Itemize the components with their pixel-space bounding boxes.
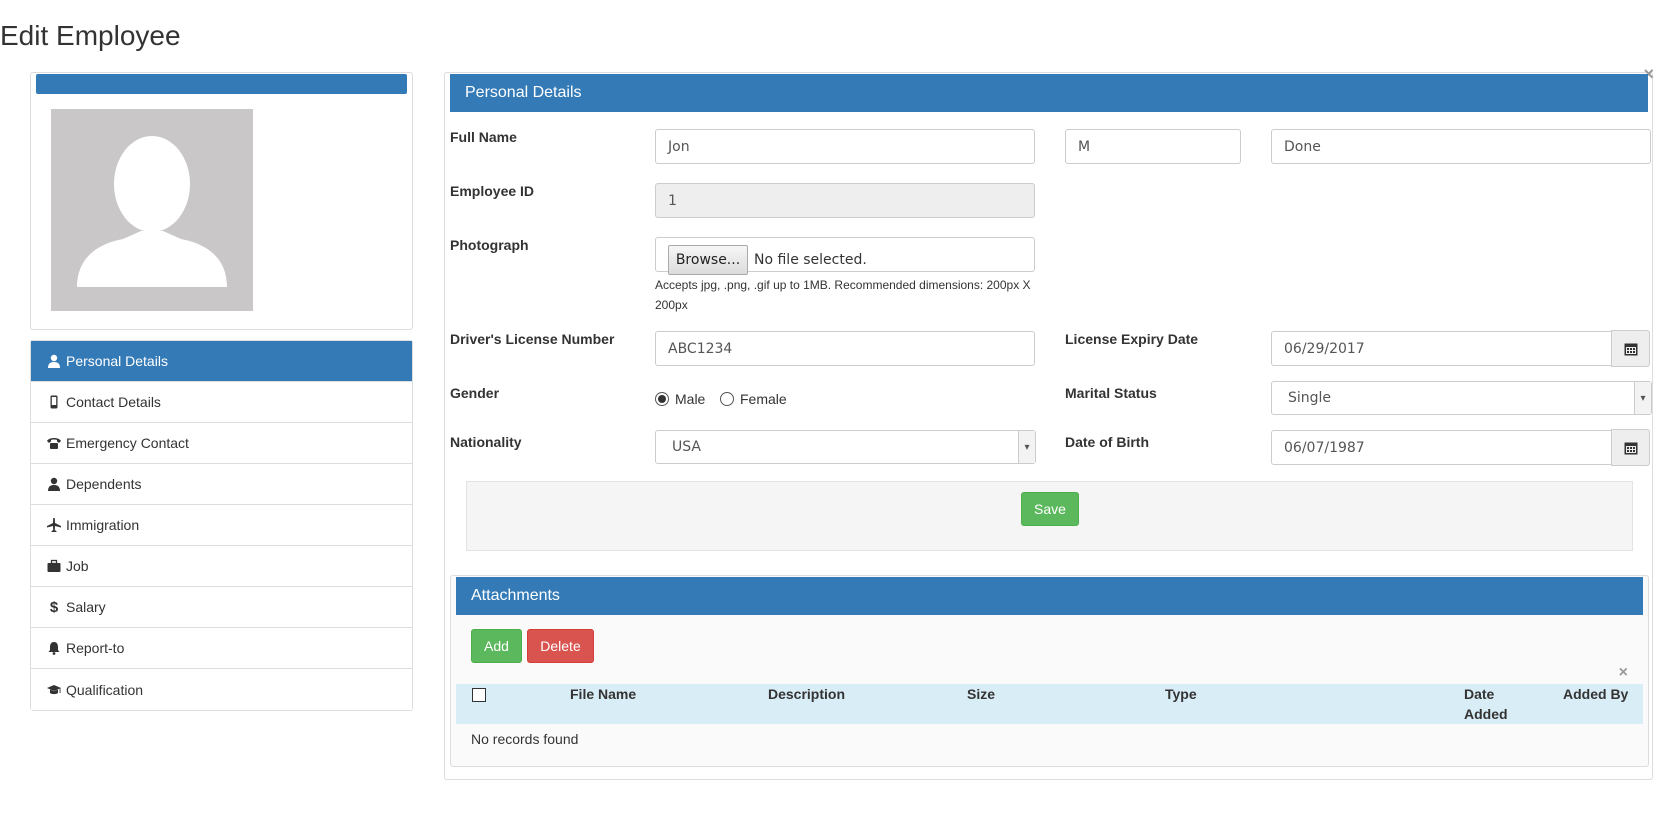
close-icon[interactable]: × bbox=[1619, 665, 1628, 681]
select-value: USA bbox=[672, 439, 701, 455]
profile-photo-panel bbox=[30, 72, 413, 330]
delete-attachment-button[interactable]: Delete bbox=[527, 629, 594, 663]
phone-icon bbox=[46, 435, 62, 451]
form-actions: Save bbox=[466, 481, 1633, 551]
sidebar-item-report-to[interactable]: Report-to bbox=[31, 628, 412, 669]
sidebar-item-label: Report-to bbox=[66, 640, 125, 656]
file-status-text: No file selected. bbox=[754, 252, 867, 268]
photo-file-input[interactable]: Browse... No file selected. bbox=[655, 237, 1035, 275]
employee-id-label: Employee ID bbox=[450, 183, 535, 199]
radio-indicator[interactable] bbox=[655, 392, 669, 406]
sidebar-item-emergency-contact[interactable]: Emergency Contact bbox=[31, 423, 412, 464]
middle-name-input[interactable]: M bbox=[1065, 129, 1241, 164]
calendar-icon bbox=[1624, 343, 1637, 355]
avatar-silhouette-icon bbox=[77, 136, 227, 287]
full-name-label: Full Name bbox=[450, 129, 517, 145]
bell-icon bbox=[46, 640, 62, 656]
empty-table-message: No records found bbox=[471, 731, 579, 747]
sidebar-item-dependents[interactable]: Dependents bbox=[31, 464, 412, 505]
radio-label: Male bbox=[675, 391, 706, 407]
briefcase-icon bbox=[46, 558, 62, 574]
license-expiry-label: License Expiry Date bbox=[1065, 331, 1199, 347]
column-header-type[interactable]: Type bbox=[1165, 684, 1197, 704]
radio-indicator[interactable] bbox=[720, 392, 734, 406]
save-button[interactable]: Save bbox=[1021, 492, 1079, 526]
radio-label: Female bbox=[740, 391, 787, 407]
sidebar-item-label: Dependents bbox=[66, 476, 142, 492]
personal-details-header: Personal Details bbox=[450, 74, 1648, 112]
column-header-size[interactable]: Size bbox=[967, 684, 995, 704]
sidebar-item-label: Qualification bbox=[66, 681, 144, 698]
avatar bbox=[51, 109, 253, 311]
sidebar-item-label: Job bbox=[66, 558, 89, 574]
license-expiry-calendar-button[interactable] bbox=[1611, 330, 1650, 367]
main-panel: × Personal Details Full Name Jon M Done … bbox=[444, 65, 1654, 780]
sidebar-item-contact-details[interactable]: Contact Details bbox=[31, 382, 412, 423]
sidebar-item-personal-details[interactable]: Personal Details bbox=[31, 341, 412, 382]
license-number-label: Driver's License Number bbox=[450, 331, 615, 347]
date-of-birth-label: Date of Birth bbox=[1065, 434, 1149, 450]
chevron-down-icon: ▾ bbox=[1634, 382, 1651, 414]
employee-id-field: 1 bbox=[655, 183, 1035, 218]
license-number-input[interactable]: ABC1234 bbox=[655, 331, 1035, 366]
sidebar-item-label: Contact Details bbox=[66, 394, 161, 410]
photo-help-line: Accepts jpg, .png, .gif up to 1MB. Recom… bbox=[655, 278, 1031, 292]
photo-panel-header bbox=[36, 74, 407, 94]
attachments-panel: Attachments Add Delete × File Name Descr… bbox=[450, 575, 1649, 767]
sidebar-item-job[interactable]: Job bbox=[31, 546, 412, 587]
user-icon bbox=[46, 353, 62, 369]
graduation-cap-icon bbox=[46, 682, 62, 698]
photo-help-line: 200px bbox=[655, 298, 688, 312]
chevron-down-icon: ▾ bbox=[1018, 431, 1035, 463]
column-header-date-added[interactable]: Date Added bbox=[1464, 684, 1524, 724]
date-of-birth-input[interactable]: 06/07/1987 bbox=[1271, 430, 1612, 465]
mobile-phone-icon bbox=[46, 394, 62, 410]
sidebar-item-label: Salary bbox=[66, 599, 106, 615]
photograph-label: Photograph bbox=[450, 237, 529, 253]
first-name-input[interactable]: Jon bbox=[655, 129, 1035, 164]
user-icon bbox=[46, 476, 62, 492]
marital-status-select[interactable]: Single ▾ bbox=[1271, 381, 1652, 415]
column-header-added-by[interactable]: Added By bbox=[1563, 684, 1628, 704]
gender-label: Gender bbox=[450, 385, 500, 401]
panel-title: Personal Details bbox=[465, 84, 582, 101]
column-header-file-name[interactable]: File Name bbox=[570, 684, 636, 704]
date-of-birth-calendar-button[interactable] bbox=[1611, 429, 1650, 466]
calendar-icon bbox=[1624, 442, 1637, 454]
sidebar-item-immigration[interactable]: Immigration bbox=[31, 505, 412, 546]
page-title: Edit Employee bbox=[0, 20, 181, 51]
table-header: File Name Description Size Type Date Add… bbox=[456, 684, 1643, 724]
sidebar-item-label: Immigration bbox=[66, 517, 140, 533]
marital-status-label: Marital Status bbox=[1065, 385, 1157, 401]
sidebar-item-salary[interactable]: $ Salary bbox=[31, 587, 412, 628]
panel-title: Attachments bbox=[471, 587, 560, 604]
sidebar-item-label: Personal Details bbox=[66, 353, 168, 369]
plane-icon bbox=[46, 517, 62, 533]
gender-male-radio[interactable]: Male bbox=[655, 391, 705, 407]
photo-help-text: Accepts jpg, .png, .gif up to 1MB. Recom… bbox=[655, 275, 1031, 315]
select-value: Single bbox=[1288, 390, 1332, 406]
select-all-checkbox[interactable] bbox=[472, 688, 486, 702]
last-name-input[interactable]: Done bbox=[1271, 129, 1651, 164]
sidebar-item-qualification[interactable]: Qualification bbox=[31, 669, 412, 710]
gender-female-radio[interactable]: Female bbox=[720, 391, 787, 407]
side-nav: Personal Details Contact Details Emergen… bbox=[30, 340, 413, 711]
dollar-icon: $ bbox=[49, 598, 59, 616]
browse-button[interactable]: Browse... bbox=[668, 245, 748, 275]
attachments-header: Attachments bbox=[456, 577, 1643, 615]
nationality-select[interactable]: USA ▾ bbox=[655, 430, 1036, 464]
nationality-label: Nationality bbox=[450, 434, 522, 450]
license-expiry-input[interactable]: 06/29/2017 bbox=[1271, 331, 1612, 366]
sidebar-item-label: Emergency Contact bbox=[66, 435, 189, 451]
add-attachment-button[interactable]: Add bbox=[471, 629, 522, 663]
column-header-description[interactable]: Description bbox=[768, 684, 845, 704]
